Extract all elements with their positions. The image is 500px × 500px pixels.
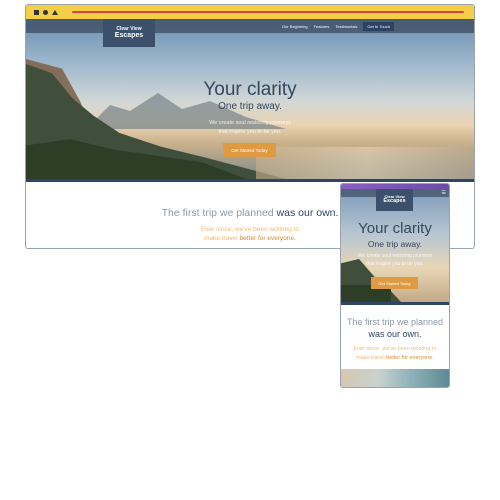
- get-in-touch-button[interactable]: Get In Touch: [363, 21, 394, 31]
- section-text-prefix: make travel: [204, 235, 238, 243]
- browser-chrome: [26, 5, 474, 19]
- nav-item-our-beginning[interactable]: Our Beginning: [282, 24, 308, 29]
- mobile-hero-body-line2: that inspire you to be you.: [366, 260, 424, 267]
- mobile-get-started-button[interactable]: Get Started Today: [371, 277, 418, 289]
- mobile-hero-section: ☰ Clear View Escapes Your clarity One tr…: [341, 189, 449, 302]
- brand-line2: Escapes: [114, 31, 144, 39]
- mobile-section-text: Ever since, we've been working to make t…: [341, 345, 449, 362]
- mobile-hero-body: We create soul restoring journeys that i…: [341, 253, 449, 269]
- section-title-bold: was our own.: [276, 207, 339, 219]
- mobile-brand-logo[interactable]: Clear View Escapes: [376, 189, 413, 211]
- mobile-section-title: The first trip we planned was our own.: [341, 317, 449, 340]
- nav-item-features[interactable]: Features: [314, 24, 330, 29]
- circle-icon: [43, 9, 48, 15]
- address-bar[interactable]: [72, 11, 464, 13]
- hero-body-line1: We create soul restoring journeys: [209, 120, 291, 126]
- hero-body: We create soul restoring journeys that i…: [26, 119, 474, 137]
- mobile-hero-subtitle: One trip away.: [367, 239, 423, 249]
- mobile-section-text-line1: Ever since, we've been working to: [353, 346, 437, 353]
- mobile-hero-title: Your clarity: [358, 220, 432, 237]
- mobile-section-title-bold: was our own.: [368, 328, 422, 339]
- hero-title: Your clarity: [203, 79, 297, 100]
- hero-body-line2: that inspire you to be you.: [218, 128, 282, 135]
- mobile-brand-line2: Escapes: [383, 198, 406, 205]
- hamburger-menu-icon[interactable]: ☰: [442, 191, 446, 196]
- top-nav: Our Beginning Features Testimonials Get …: [26, 19, 474, 33]
- mobile-travel-photo: [341, 369, 449, 387]
- nav-item-testimonials[interactable]: Testimonials: [335, 24, 357, 29]
- mobile-section-title-light: The first trip we planned: [346, 317, 444, 327]
- mobile-section-text-line2: make travel better for everyone.: [341, 354, 449, 362]
- mobile-section-text-prefix: make travel: [356, 354, 385, 361]
- section-title-light: The first trip we planned: [161, 207, 274, 219]
- triangle-icon: [52, 9, 58, 15]
- hero-section: Our Beginning Features Testimonials Get …: [26, 19, 474, 179]
- mobile-section-text-highlight: better for everyone.: [386, 354, 434, 361]
- mobile-hero-body-line1: We create soul restoring journeys: [357, 253, 433, 259]
- hero-subtitle: One trip away.: [218, 101, 282, 112]
- brand-logo[interactable]: Clear View Escapes: [103, 19, 155, 47]
- square-icon: [34, 9, 39, 15]
- mobile-device-mockup: ☰ Clear View Escapes Your clarity One tr…: [340, 183, 450, 388]
- section-text-highlight: better for everyone.: [239, 235, 296, 243]
- get-started-button[interactable]: Get Started Today: [223, 143, 276, 157]
- hero-bg-sea: [256, 147, 474, 179]
- mobile-intro-section: The first trip we planned was our own. E…: [341, 305, 449, 362]
